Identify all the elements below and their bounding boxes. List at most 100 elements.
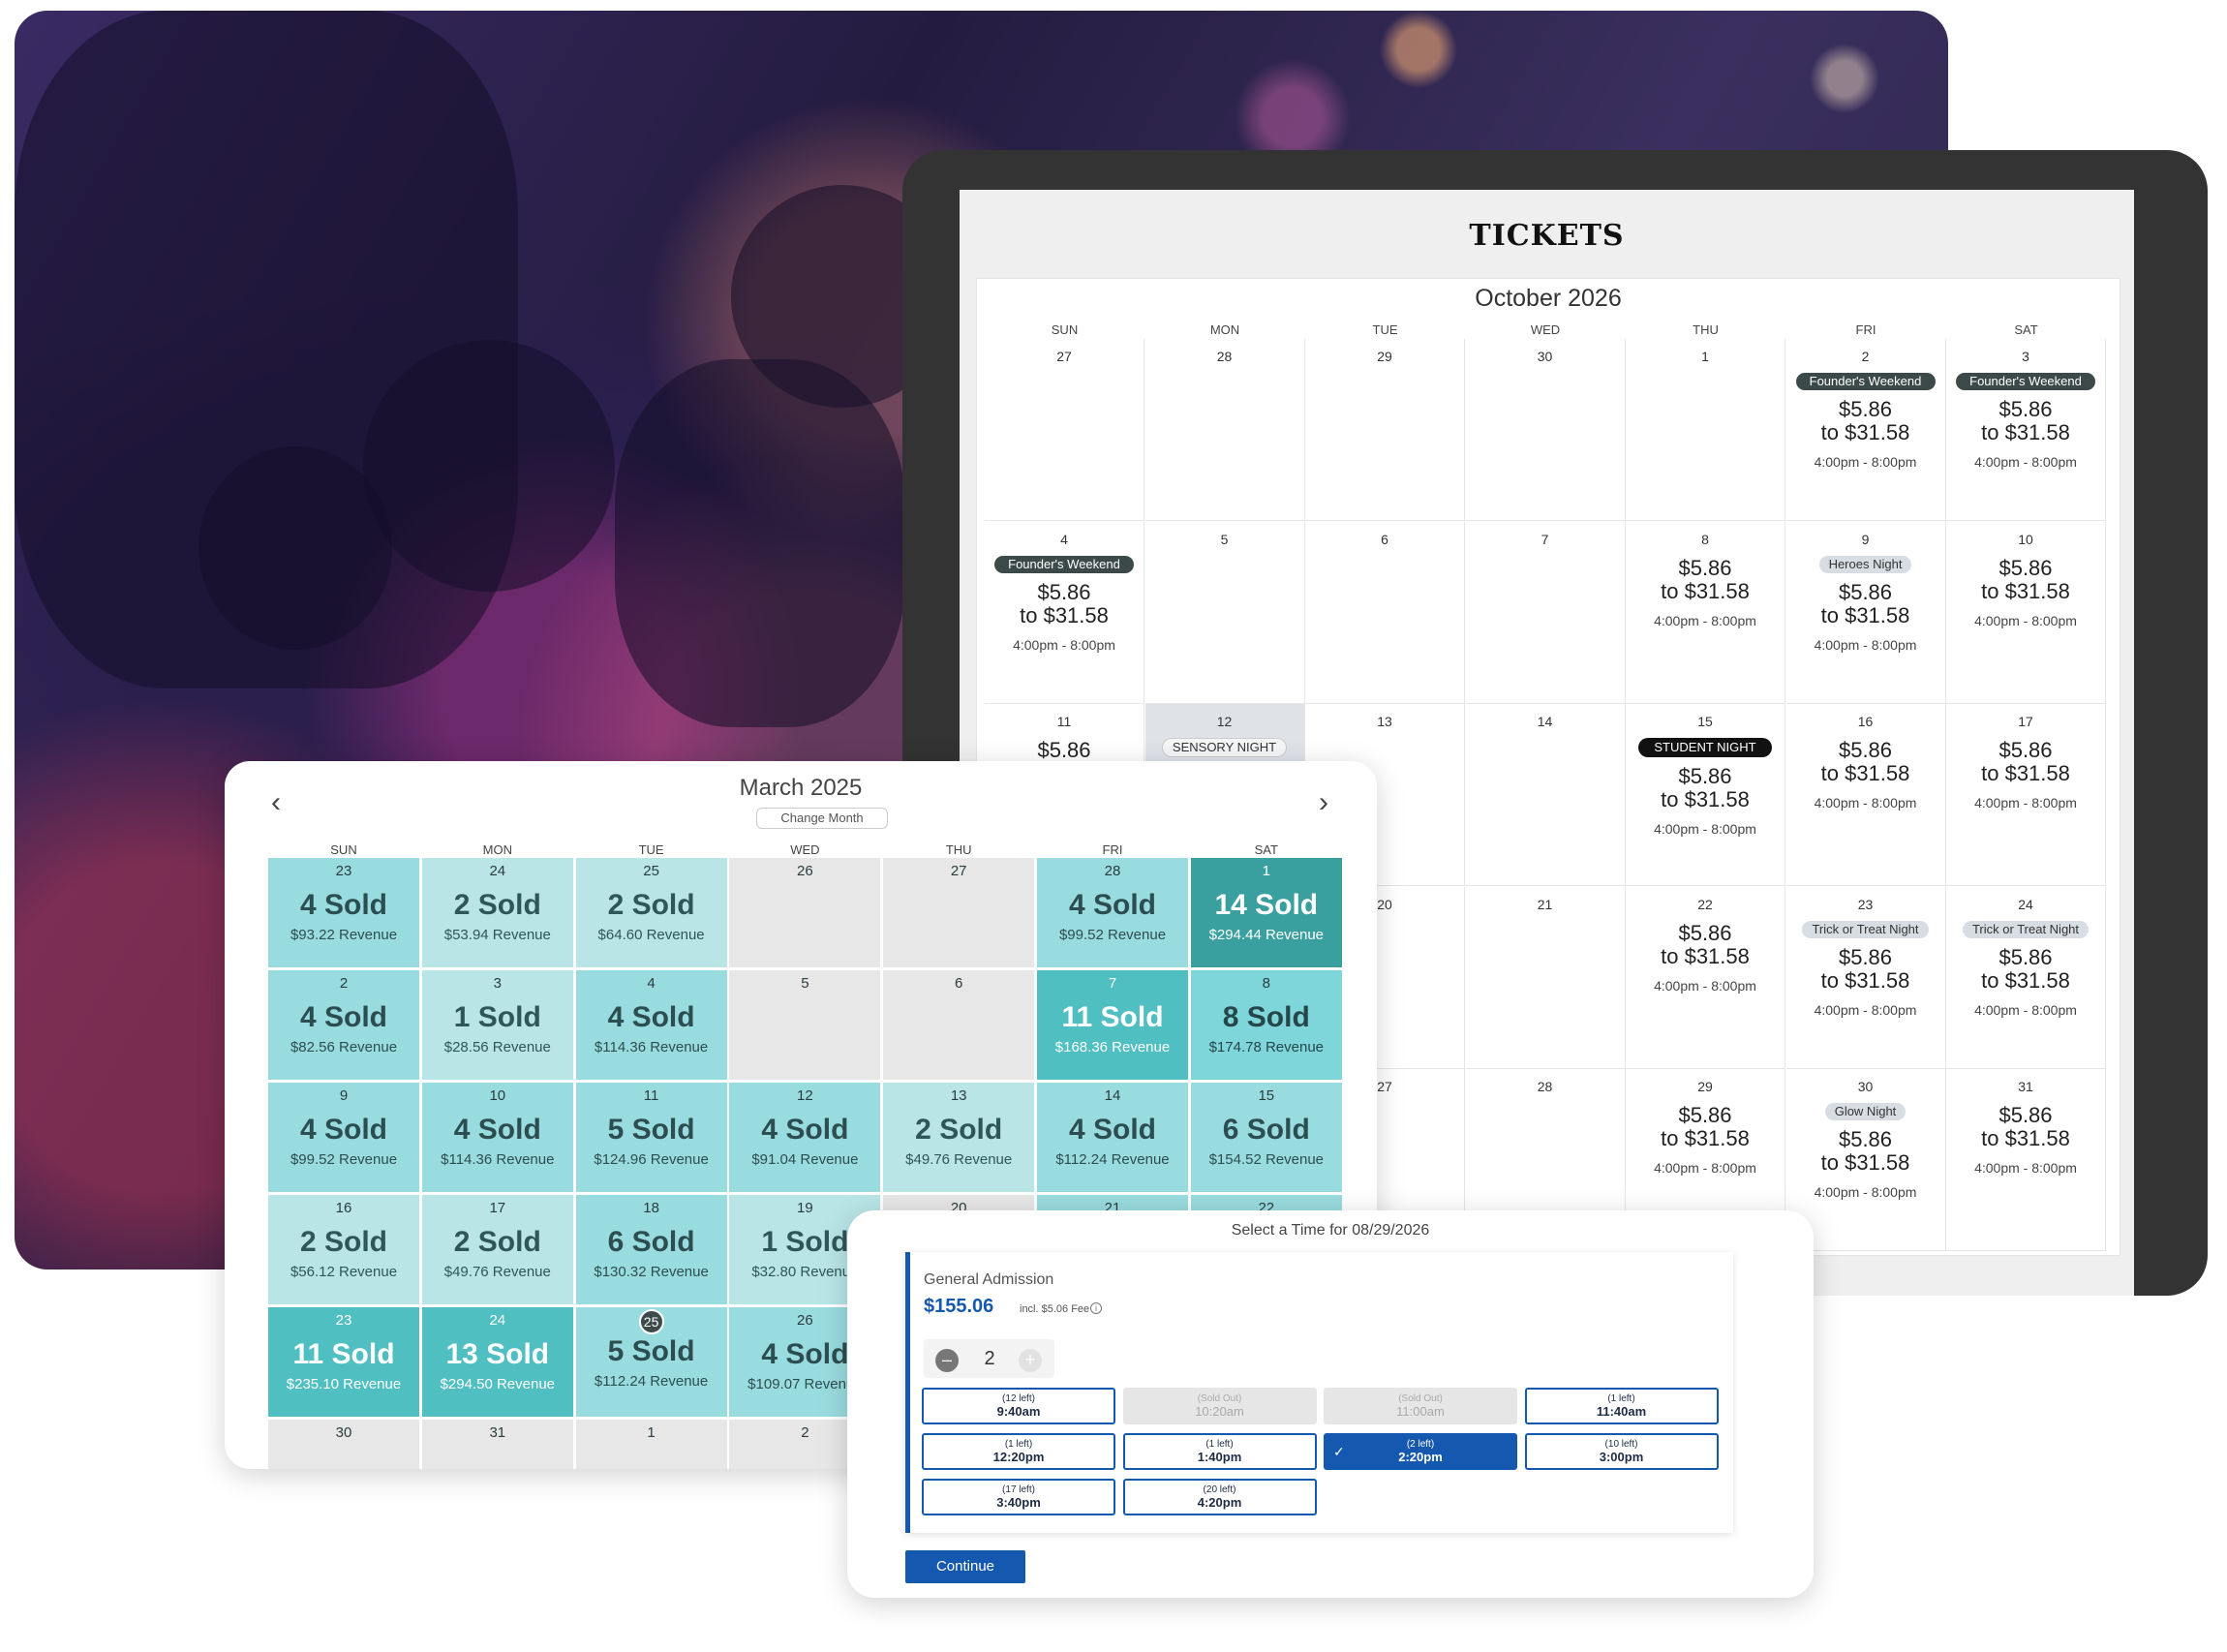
info-icon[interactable]: i: [1090, 1302, 1102, 1314]
sales-day-cell[interactable]: 14 4 Sold $112.24 Revenue: [1037, 1083, 1188, 1192]
calendar-day-cell[interactable]: 15 STUDENT NIGHT $5.86 to $31.58 4:00pm - 8:…: [1626, 704, 1785, 886]
sales-day-cell[interactable]: 24 13 Sold $294.50 Revenue: [421, 1307, 573, 1417]
calendar-day-cell[interactable]: 24 Trick or Treat Night $5.86 to $31.58 4:00…: [1946, 886, 2106, 1069]
price-to: to $31.58: [1820, 420, 1910, 444]
continue-button[interactable]: Continue: [905, 1550, 1025, 1583]
day-number: 15: [1258, 1087, 1275, 1104]
sales-day-cell[interactable]: 23 11 Sold $235.10 Revenue: [268, 1307, 419, 1417]
time-slot-button[interactable]: (1 left) 11:40am: [1524, 1388, 1719, 1424]
day-number: 3: [493, 975, 502, 992]
day-number: 17: [489, 1200, 506, 1216]
time-slot-button[interactable]: (20 left) 4:20pm: [1122, 1479, 1317, 1515]
calendar-day-cell[interactable]: 4 Founder's Weekend $5.86 to $31.58 4:00pm -…: [985, 521, 1144, 704]
calendar-day-cell[interactable]: 23 Trick or Treat Night $5.86 to $31.58 4:00…: [1785, 886, 1946, 1069]
time-slot-button[interactable]: (1 left) 12:20pm: [922, 1433, 1115, 1470]
calendar-day-cell[interactable]: 7: [1465, 521, 1626, 704]
sales-day-cell[interactable]: 30: [268, 1420, 419, 1469]
sales-day-cell[interactable]: 13 2 Sold $49.76 Revenue: [883, 1083, 1035, 1192]
sales-day-cell[interactable]: 16 2 Sold $56.12 Revenue: [268, 1195, 419, 1304]
sold-count: 1 Sold: [453, 1001, 541, 1033]
calendar-day-cell[interactable]: 21: [1465, 886, 1626, 1069]
calendar-day-cell[interactable]: 2 Founder's Weekend $5.86 to $31.58 4:00pm -…: [1785, 339, 1946, 521]
sales-day-cell[interactable]: 7 11 Sold $168.36 Revenue: [1037, 970, 1188, 1080]
sales-day-cell[interactable]: 26: [729, 858, 881, 967]
sales-day-cell[interactable]: 10 4 Sold $114.36 Revenue: [421, 1083, 573, 1192]
event-time: 4:00pm - 8:00pm: [1974, 795, 2077, 811]
calendar-day-cell[interactable]: 9 Heroes Night $5.86 to $31.58 4:00pm - 8:00…: [1785, 521, 1946, 704]
weekday-label: MON: [482, 842, 512, 857]
event-time: 4:00pm - 8:00pm: [1814, 1001, 1917, 1018]
time-slot-button[interactable]: (1 left) 1:40pm: [1122, 1433, 1317, 1470]
slot-time: 12:20pm: [992, 1450, 1045, 1464]
sold-count: 2 Sold: [453, 889, 541, 921]
calendar-day-cell[interactable]: 30: [1465, 339, 1626, 521]
event-time: 4:00pm - 8:00pm: [1814, 795, 1917, 811]
revenue-amount: $294.50 Revenue: [440, 1376, 556, 1392]
calendar-day-cell[interactable]: 28: [1144, 339, 1305, 521]
sales-day-cell[interactable]: 18 6 Sold $130.32 Revenue: [575, 1195, 727, 1304]
price-to: to $31.58: [1981, 761, 2070, 785]
sales-day-cell[interactable]: 24 2 Sold $53.94 Revenue: [421, 858, 573, 967]
sales-day-cell[interactable]: 11 5 Sold $124.96 Revenue: [575, 1083, 727, 1192]
calendar-day-cell[interactable]: 17 $5.86 to $31.58 4:00pm - 8:00pm: [1946, 704, 2106, 886]
day-number: 28: [1216, 349, 1233, 364]
calendar-day-cell[interactable]: 31 $5.86 to $31.58 4:00pm - 8:00pm: [1946, 1069, 2106, 1251]
sales-day-cell[interactable]: 28 4 Sold $99.52 Revenue: [1037, 858, 1188, 967]
price-from: $5.86: [1838, 579, 1893, 604]
calendar-day-cell[interactable]: 6: [1305, 521, 1465, 704]
sales-day-cell[interactable]: 5: [729, 970, 881, 1080]
weekday-label: SUN: [1051, 322, 1079, 337]
time-slot-button[interactable]: (12 left) 9:40am: [922, 1388, 1115, 1424]
sales-day-cell[interactable]: 3 1 Sold $28.56 Revenue: [421, 970, 573, 1080]
weekday-label: THU: [945, 842, 972, 857]
calendar-day-cell[interactable]: 22 $5.86 to $31.58 4:00pm - 8:00pm: [1626, 886, 1785, 1069]
change-month-button[interactable]: Change Month: [756, 808, 888, 829]
time-slot-button[interactable]: (17 left) 3:40pm: [922, 1479, 1115, 1515]
decrement-button[interactable]: –: [935, 1349, 959, 1372]
calendar-day-cell[interactable]: 14: [1465, 704, 1626, 886]
sales-day-cell[interactable]: 17 2 Sold $49.76 Revenue: [421, 1195, 573, 1304]
sales-day-cell[interactable]: 8 8 Sold $174.78 Revenue: [1190, 970, 1342, 1080]
sales-day-cell[interactable]: 4 4 Sold $114.36 Revenue: [575, 970, 727, 1080]
sales-day-cell[interactable]: 27: [883, 858, 1035, 967]
sales-day-cell[interactable]: 6: [883, 970, 1035, 1080]
slot-availability: (1 left): [1205, 1439, 1234, 1450]
sold-count: 6 Sold: [607, 1226, 695, 1258]
event-time: 4:00pm - 8:00pm: [1974, 612, 2077, 628]
fee-note: incl. $5.06 Fee: [1020, 1303, 1090, 1315]
sales-day-cell[interactable]: 15 6 Sold $154.52 Revenue: [1190, 1083, 1342, 1192]
sales-day-cell[interactable]: 23 4 Sold $93.22 Revenue: [268, 858, 419, 967]
next-month-chevron-icon[interactable]: ›: [1319, 788, 1328, 817]
price-to: to $31.58: [1981, 1126, 2070, 1150]
quantity-stepper: – 2 +: [924, 1339, 1054, 1378]
calendar-day-cell[interactable]: 5: [1144, 521, 1305, 704]
calendar-day-cell[interactable]: 29: [1305, 339, 1465, 521]
increment-button[interactable]: +: [1019, 1349, 1042, 1372]
sales-day-cell[interactable]: 25 5 Sold $112.24 Revenue: [575, 1307, 727, 1417]
calendar-day-cell[interactable]: 8 $5.86 to $31.58 4:00pm - 8:00pm: [1626, 521, 1785, 704]
sales-day-cell[interactable]: 2 4 Sold $82.56 Revenue: [268, 970, 419, 1080]
calendar-day-cell[interactable]: 3 Founder's Weekend $5.86 to $31.58 4:00pm -…: [1946, 339, 2106, 521]
time-slot-button[interactable]: ✓ (2 left) 2:20pm: [1324, 1433, 1517, 1470]
sales-day-cell[interactable]: 9 4 Sold $99.52 Revenue: [268, 1083, 419, 1192]
sales-day-cell[interactable]: 31: [421, 1420, 573, 1469]
time-slot-button[interactable]: (10 left) 3:00pm: [1524, 1433, 1719, 1470]
event-time: 4:00pm - 8:00pm: [1654, 1160, 1756, 1176]
sold-count: 13 Sold: [445, 1338, 550, 1370]
sales-day-cell[interactable]: 1 14 Sold $294.44 Revenue: [1190, 858, 1342, 967]
price-from: $5.86: [1998, 738, 2053, 762]
calendar-day-cell[interactable]: 16 $5.86 to $31.58 4:00pm - 8:00pm: [1785, 704, 1946, 886]
sold-count: 6 Sold: [1222, 1114, 1310, 1146]
calendar-day-cell[interactable]: 10 $5.86 to $31.58 4:00pm - 8:00pm: [1946, 521, 2106, 704]
calendar-day-cell[interactable]: 1: [1626, 339, 1785, 521]
ticket-price: $155.06: [924, 1296, 994, 1317]
sales-day-cell[interactable]: 1: [575, 1420, 727, 1469]
sales-day-cell[interactable]: 12 4 Sold $91.04 Revenue: [729, 1083, 881, 1192]
slot-time: 9:40am: [996, 1404, 1041, 1419]
price-to: to $31.58: [1981, 578, 2070, 603]
day-number: 14: [1537, 714, 1553, 729]
calendar-day-cell[interactable]: 27: [985, 339, 1144, 521]
event-time: 4:00pm - 8:00pm: [1974, 1001, 2077, 1018]
price-from: $5.86: [1838, 397, 1893, 421]
sales-day-cell[interactable]: 25 2 Sold $64.60 Revenue: [575, 858, 727, 967]
